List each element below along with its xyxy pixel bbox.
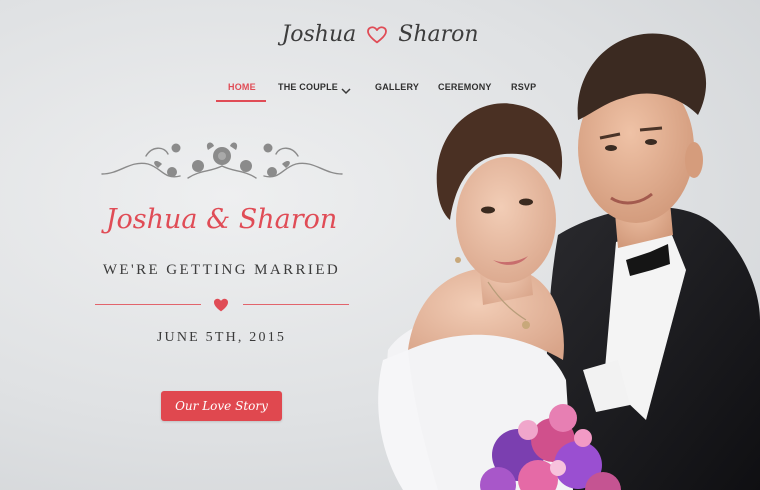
nav-item-the-couple[interactable]: THE COUPLE [278, 80, 338, 94]
brand-name-left: Joshua [281, 22, 357, 47]
wedding-date: JUNE 5TH, 2015 [156, 330, 287, 345]
landing-page: Joshua Sharon HOME THE COUPLE GALLERY CE… [0, 0, 760, 490]
active-nav-indicator [216, 100, 266, 102]
couple-photo [378, 33, 760, 490]
our-love-story-button[interactable]: Our Love Story [161, 391, 282, 421]
nav-item-home[interactable]: HOME [228, 80, 256, 94]
divider-right [243, 304, 349, 305]
chevron-down-icon[interactable] [340, 83, 352, 95]
couple-names-heading: Joshua & Sharon [105, 204, 338, 235]
heart-icon [214, 298, 228, 312]
divider-left [95, 304, 201, 305]
floral-ornament-icon [101, 142, 343, 179]
tagline: WE'RE GETTING MARRIED [102, 262, 341, 278]
